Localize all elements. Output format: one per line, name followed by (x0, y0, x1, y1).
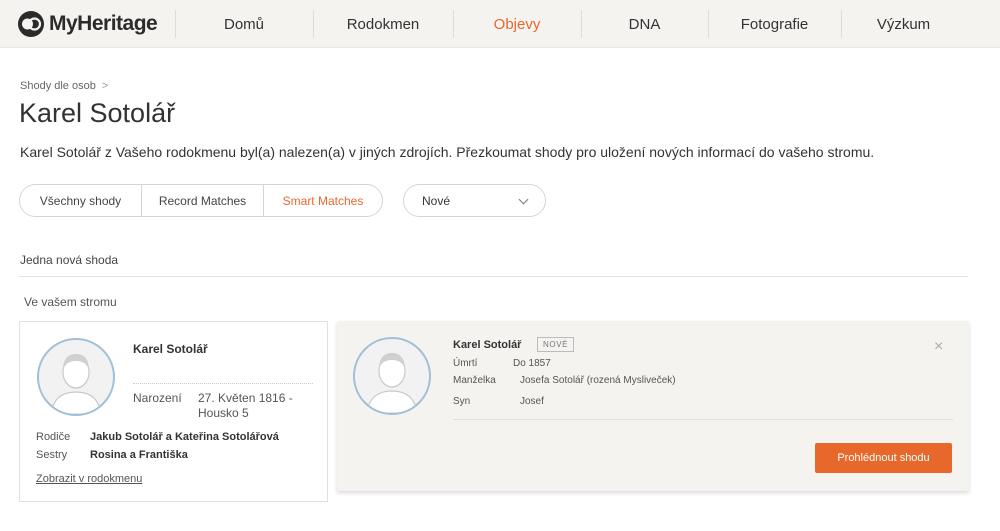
page-description: Karel Sotolář z Vašeho rodokmenu byl(a) … (20, 144, 875, 160)
match-count-label: Jedna nová shoda (20, 253, 119, 267)
silhouette-icon (50, 354, 102, 414)
brand-name: MyHeritage (49, 12, 158, 35)
silhouette-icon (366, 353, 418, 413)
nav-item-discoveries[interactable]: Objevy (453, 0, 581, 48)
status-filter-dropdown[interactable]: Nové (403, 184, 546, 217)
tab-all-matches[interactable]: Všechny shody (20, 185, 142, 216)
nav-item-photos[interactable]: Fotografie (708, 0, 841, 48)
faded-detail-line (133, 378, 313, 384)
parents-value: Jakub Sotolář a Kateřina Sotolářová (90, 431, 279, 443)
child-label: Syn (453, 396, 471, 407)
main-nav: Domů Rodokmen Objevy DNA Fotografie Výzk… (175, 0, 966, 48)
spouse-value: Josefa Sotolář (rozená Mysliveček) (520, 375, 676, 386)
card-divider (453, 419, 953, 420)
birth-value: 27. Květen 1816 - Housko 5 (198, 391, 293, 420)
birth-label: Narození (133, 391, 182, 405)
avatar (353, 337, 431, 415)
death-value: Do 1857 (513, 358, 551, 369)
match-card: Karel Sotolář NOVÉ Úmrtí Do 1857 Manželk… (337, 321, 969, 491)
tab-record-matches[interactable]: Record Matches (142, 185, 264, 216)
child-value: Josef (520, 396, 544, 407)
close-icon[interactable]: × (934, 338, 943, 356)
myheritage-logo[interactable]: MyHeritage (17, 10, 158, 38)
breadcrumb: Shody dle osob > (20, 80, 108, 92)
match-person-name: Karel Sotolář (453, 339, 522, 351)
chevron-down-icon (518, 194, 529, 205)
status-filter-value: Nové (422, 193, 451, 208)
nav-item-research[interactable]: Výzkum (841, 0, 966, 48)
nav-item-family-tree[interactable]: Rodokmen (313, 0, 453, 48)
tree-person-name: Karel Sotolář (133, 342, 208, 356)
page-title: Karel Sotolář (19, 98, 176, 128)
new-badge: NOVÉ (537, 337, 575, 352)
nav-item-dna[interactable]: DNA (581, 0, 708, 48)
nav-item-home[interactable]: Domů (175, 0, 313, 48)
section-divider (19, 276, 968, 277)
parents-label: Rodiče (36, 431, 71, 443)
tree-person-card: Karel Sotolář Narození 27. Květen 1816 -… (19, 321, 328, 502)
tab-smart-matches[interactable]: Smart Matches (264, 185, 382, 216)
review-match-button[interactable]: Prohlédnout shodu (815, 443, 952, 473)
siblings-value: Rosina a Františka (90, 449, 188, 461)
siblings-label: Sestry (36, 449, 68, 461)
in-your-tree-label: Ve vašem stromu (24, 295, 117, 309)
death-label: Úmrtí (453, 358, 478, 369)
view-in-tree-link[interactable]: Zobrazit v rodokmenu (36, 473, 142, 485)
top-navigation-bar: MyHeritage Domů Rodokmen Objevy DNA Foto… (0, 0, 1000, 48)
breadcrumb-separator: > (101, 80, 109, 92)
match-type-tabs: Všechny shody Record Matches Smart Match… (19, 184, 383, 217)
logo-icon (17, 10, 45, 38)
spouse-label: Manželka (453, 375, 496, 386)
avatar (37, 338, 115, 416)
breadcrumb-link-person-matches[interactable]: Shody dle osob (20, 80, 96, 92)
